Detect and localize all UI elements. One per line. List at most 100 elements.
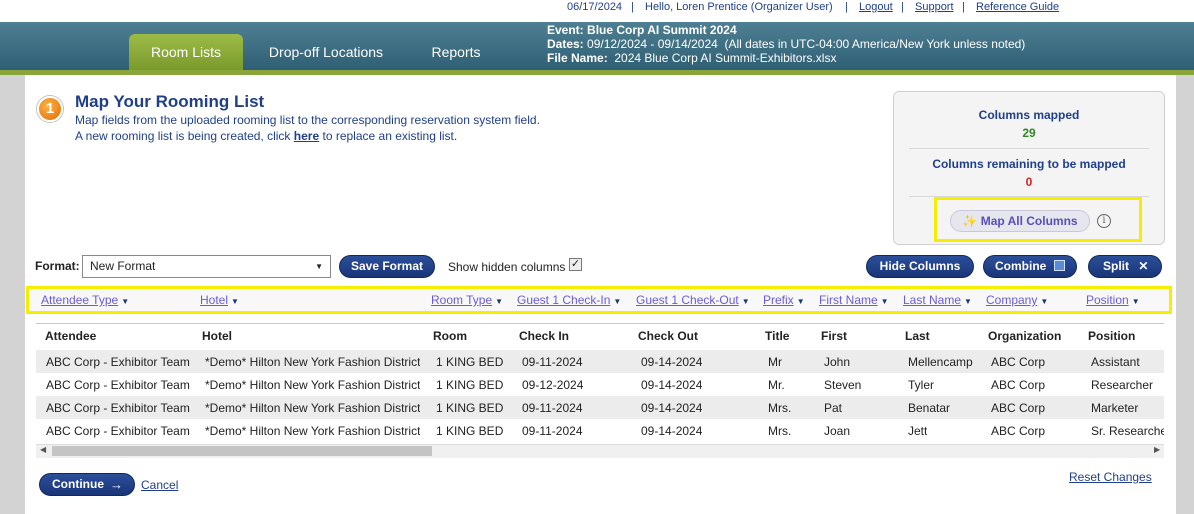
chevron-down-icon: ▼ <box>495 297 504 306</box>
mapping-label: Guest 1 Check-Out <box>636 293 739 307</box>
table-row: ABC Corp - Exhibitor Team *Demo* Hilton … <box>36 350 1164 373</box>
chevron-down-icon: ▼ <box>880 297 889 306</box>
cancel-link[interactable]: Cancel <box>141 478 178 492</box>
table-cell: ABC Corp - Exhibitor Team <box>46 355 190 369</box>
separator: | <box>845 1 848 13</box>
mapping-label: Position <box>1086 293 1129 307</box>
top-bar: 06/17/2024 | Hello, Loren Prentice (Orga… <box>0 0 1194 22</box>
combine-label: Combine <box>995 259 1047 273</box>
dates-note: (All dates in UTC-04:00 America/New York… <box>724 37 1026 51</box>
mapping-label: Prefix <box>763 293 794 307</box>
scroll-right-icon[interactable]: ▶ <box>1154 445 1160 454</box>
mapping-room-type[interactable]: Room Type ▼ <box>431 293 503 307</box>
mapping-label: First Name <box>819 293 878 307</box>
table-cell: *Demo* Hilton New York Fashion District <box>205 378 421 392</box>
chevron-down-icon: ▼ <box>1131 297 1140 306</box>
step-description: Map fields from the uploaded rooming lis… <box>75 112 540 144</box>
mapping-guest1-check-in[interactable]: Guest 1 Check-In ▼ <box>517 293 621 307</box>
table-cell: Sr. Researcher <box>1091 424 1164 438</box>
table-row: ABC Corp - Exhibitor Team *Demo* Hilton … <box>36 373 1164 396</box>
tab-drop-off-locations[interactable]: Drop-off Locations <box>258 34 394 70</box>
replace-list-link[interactable]: here <box>294 129 319 143</box>
table-cell: Mellencamp <box>908 355 973 369</box>
table-cell: Tyler <box>908 378 935 392</box>
file-name: 2024 Blue Corp AI Summit-Exhibitors.xlsx <box>614 51 837 65</box>
file-name-label: File Name: <box>547 51 608 65</box>
column-header: Title <box>765 329 790 343</box>
support-link[interactable]: Support <box>915 1 954 13</box>
mapping-company[interactable]: Company ▼ <box>986 293 1048 307</box>
arrow-right-icon: → <box>110 477 123 492</box>
format-label: Format: <box>35 259 80 273</box>
format-select[interactable]: New Format ▼ <box>82 255 331 278</box>
mapping-last-name[interactable]: Last Name ▼ <box>903 293 972 307</box>
column-header: Check Out <box>638 329 699 343</box>
columns-mapped-count: 29 <box>1022 126 1036 140</box>
table-cell: ABC Corp <box>991 424 1046 438</box>
table-cell: Pat <box>824 401 843 415</box>
mapping-label: Last Name <box>903 293 962 307</box>
table-cell: ABC Corp - Exhibitor Team <box>46 401 190 415</box>
scrollbar-thumb[interactable] <box>52 446 432 456</box>
chevron-down-icon: ▼ <box>1040 297 1049 306</box>
reference-guide-link[interactable]: Reference Guide <box>976 1 1059 13</box>
header-accent-bar <box>0 70 1194 75</box>
app-header: Room Lists Drop-off Locations Reports Ev… <box>0 22 1194 70</box>
combine-button[interactable]: Combine <box>983 255 1077 278</box>
tab-room-lists[interactable]: Room Lists <box>129 34 243 70</box>
chevron-down-icon: ▼ <box>613 297 622 306</box>
table-cell: Researcher <box>1091 378 1154 392</box>
scroll-left-icon[interactable]: ◀ <box>40 445 46 454</box>
split-button[interactable]: Split ✕ <box>1088 255 1162 278</box>
table-cell: *Demo* Hilton New York Fashion District <box>205 424 421 438</box>
column-header: Room <box>433 329 467 343</box>
table-row: ABC Corp - Exhibitor Team *Demo* Hilton … <box>36 419 1164 442</box>
show-hidden-columns-label: Show hidden columns <box>448 260 566 274</box>
table-header-divider <box>36 323 1164 324</box>
show-hidden-columns-checkbox[interactable]: ✓ <box>569 258 582 271</box>
reset-changes-link[interactable]: Reset Changes <box>1069 470 1152 484</box>
info-icon[interactable]: i <box>1097 214 1111 228</box>
event-dates: 09/12/2024 - 09/14/2024 <box>587 37 718 51</box>
user-greeting: Hello, Loren Prentice (Organizer User) <box>645 1 833 13</box>
column-header: Attendee <box>45 329 97 343</box>
mapping-position[interactable]: Position ▼ <box>1086 293 1140 307</box>
chevron-down-icon: ▼ <box>741 297 750 306</box>
table-cell: Joan <box>824 424 851 438</box>
columns-remaining-count: 0 <box>1025 175 1033 189</box>
event-label: Event: <box>547 23 584 37</box>
mapping-first-name[interactable]: First Name ▼ <box>819 293 889 307</box>
table-cell: 09-12-2024 <box>522 378 584 392</box>
table-cell: 09-11-2024 <box>522 424 583 438</box>
separator: | <box>901 1 904 13</box>
continue-button[interactable]: Continue → <box>39 473 135 496</box>
mapping-hotel[interactable]: Hotel ▼ <box>200 293 239 307</box>
hide-columns-button[interactable]: Hide Columns <box>866 255 974 278</box>
step-description-post: to replace an existing list. <box>322 129 458 143</box>
logout-link[interactable]: Logout <box>859 1 893 13</box>
column-header: Last <box>905 329 930 343</box>
map-all-columns-button[interactable]: ✨ Map All Columns <box>950 210 1090 232</box>
page-title: Map Your Rooming List <box>75 92 265 111</box>
table-cell: 09-11-2024 <box>522 401 583 415</box>
sparkle-icon: ✨ <box>962 214 978 228</box>
table-cell: 09-14-2024 <box>641 378 703 392</box>
format-selected-value: New Format <box>90 259 156 273</box>
table-cell: Steven <box>824 378 862 392</box>
tab-reports[interactable]: Reports <box>420 34 492 70</box>
table-cell: ABC Corp - Exhibitor Team <box>46 378 190 392</box>
step-description-line1: Map fields from the uploaded rooming lis… <box>75 113 540 127</box>
mapping-attendee-type[interactable]: Attendee Type ▼ <box>41 293 129 307</box>
table-cell: 1 KING BED <box>436 424 504 438</box>
event-name: Blue Corp AI Summit 2024 <box>587 23 737 37</box>
table-cell: 09-14-2024 <box>641 401 703 415</box>
mapping-guest1-check-out[interactable]: Guest 1 Check-Out ▼ <box>636 293 750 307</box>
table-cell: ABC Corp <box>991 401 1046 415</box>
mapping-label: Company <box>986 293 1038 307</box>
map-all-columns-label: Map All Columns <box>980 214 1078 228</box>
save-format-button[interactable]: Save Format <box>339 255 435 278</box>
table-cell: Marketer <box>1091 401 1139 415</box>
table-cell: Benatar <box>908 401 951 415</box>
column-header: Hotel <box>202 329 232 343</box>
mapping-prefix[interactable]: Prefix ▼ <box>763 293 805 307</box>
